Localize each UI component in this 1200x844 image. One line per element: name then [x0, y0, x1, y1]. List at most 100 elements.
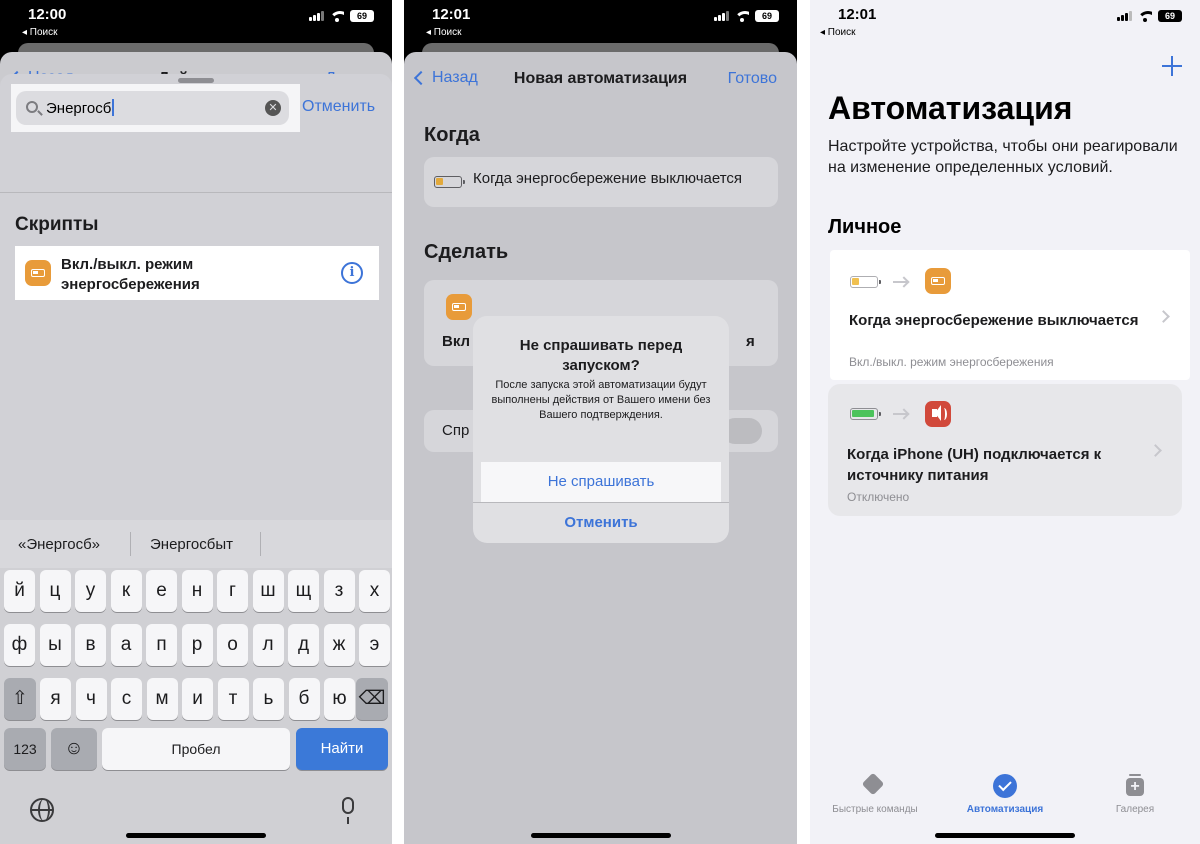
globe-icon[interactable] [30, 798, 54, 822]
key[interactable]: у [75, 570, 106, 612]
suggestion-item[interactable]: «Энергосб» [18, 536, 100, 553]
done-button[interactable]: Готово [728, 70, 777, 88]
key[interactable]: й [4, 570, 35, 612]
key[interactable]: х [359, 570, 390, 612]
back-to-app-link[interactable]: ◂ Поиск [22, 27, 58, 38]
home-indicator[interactable] [126, 833, 266, 838]
section-title-when: Когда [424, 124, 480, 146]
layers-icon [862, 774, 888, 798]
shift-key[interactable]: ⇧ [4, 678, 36, 720]
key[interactable]: я [40, 678, 71, 720]
alert-cancel-button[interactable]: Отменить [473, 503, 729, 543]
key[interactable]: н [181, 570, 213, 612]
key[interactable]: щ [288, 570, 319, 612]
battery-icon [446, 294, 472, 320]
status-bar: 12:00 ◂ Поиск 69 [0, 0, 392, 44]
section-title-scripts: Скрипты [15, 214, 99, 235]
key[interactable]: с [111, 678, 142, 720]
battery-charging-icon [850, 408, 881, 420]
key[interactable]: о [217, 624, 248, 666]
key[interactable]: р [181, 624, 213, 666]
battery-icon [25, 260, 51, 286]
key[interactable]: ж [323, 624, 355, 666]
ask-before-run-label: Спр [442, 422, 470, 439]
tab-label: Галерея [1115, 804, 1155, 815]
home-indicator[interactable] [531, 833, 671, 838]
keyboard-row-1: йцукенгшщзх [0, 570, 392, 614]
result-label: Вкл./выкл. режим энергосбережения [61, 256, 200, 293]
key[interactable]: б [288, 678, 320, 720]
keyboard-row-3: ⇧ ⌫ ячсмитьбю [0, 678, 392, 722]
text-caret [112, 99, 115, 116]
search-input[interactable]: Энергосб ✕ [16, 91, 289, 125]
page-subtitle: Настройте устройства, чтобы они реагиров… [828, 138, 1178, 176]
phone-screen-automation-list: 12:01 ◂ Поиск 69 Автоматизация Настройте… [810, 0, 1200, 844]
key[interactable]: ц [39, 570, 71, 612]
battery-icon [925, 268, 951, 294]
back-to-app-link[interactable]: ◂ Поиск [820, 27, 856, 38]
automation-card-charging[interactable]: Когда iPhone (UH) подключается к источни… [828, 384, 1182, 516]
result-low-power-toggle[interactable]: Вкл./выкл. режим энергосбережения i [15, 246, 379, 300]
key[interactable]: ф [4, 624, 35, 666]
key[interactable]: г [217, 570, 248, 612]
action-label-partial: Вкл [442, 333, 471, 350]
sheet-grabber[interactable] [178, 78, 214, 83]
section-title-do: Сделать [424, 241, 509, 263]
back-to-app-link[interactable]: ◂ Поиск [426, 27, 462, 38]
microphone-icon[interactable] [342, 797, 354, 824]
dont-ask-button[interactable]: Не спрашивать [481, 462, 721, 502]
clear-icon[interactable]: ✕ [265, 100, 281, 116]
key[interactable]: ю [324, 678, 355, 720]
key[interactable]: ш [252, 570, 284, 612]
backspace-key[interactable]: ⌫ [356, 678, 388, 720]
key[interactable]: д [288, 624, 319, 666]
tab-shortcuts[interactable]: Быстрые команды [810, 774, 940, 815]
home-indicator[interactable] [935, 833, 1075, 838]
cancel-search-button[interactable]: Отменить [302, 98, 375, 116]
phone-screen-new-automation: 12:01 ◂ Поиск 69 Назад Новая автоматизац… [404, 0, 797, 844]
key[interactable]: к [110, 570, 142, 612]
tab-gallery[interactable]: Галерея [1070, 774, 1200, 815]
info-icon[interactable]: i [341, 262, 363, 284]
key[interactable]: ч [75, 678, 107, 720]
battery-low-icon [850, 276, 881, 288]
key[interactable]: э [359, 624, 390, 666]
tab-label: Автоматизация [966, 804, 1044, 815]
space-key[interactable]: Пробел [102, 728, 290, 770]
key[interactable]: л [252, 624, 284, 666]
status-bar: 12:01 ◂ Поиск 69 [404, 0, 797, 44]
automation-card-low-power[interactable]: Когда энергосбережение выключается Вкл./… [830, 250, 1190, 380]
status-time: 12:01 [838, 6, 877, 23]
clock-icon [993, 774, 1017, 798]
key[interactable]: и [182, 678, 213, 720]
key[interactable]: м [146, 678, 178, 720]
tab-automation[interactable]: Автоматизация [940, 774, 1070, 815]
key[interactable]: ы [39, 624, 71, 666]
search-go-key[interactable]: Найти [296, 728, 388, 770]
action-label-partial-end: я [746, 333, 755, 350]
key[interactable]: т [217, 678, 249, 720]
navigation-bar: Назад Новая автоматизация Готово [404, 52, 797, 106]
key[interactable]: в [75, 624, 106, 666]
page-title: Автоматизация [828, 90, 1073, 126]
key[interactable]: е [146, 570, 177, 612]
key[interactable]: а [110, 624, 142, 666]
tab-label: Быстрые команды [832, 804, 918, 815]
battery-level: 69 [350, 10, 374, 22]
divider [0, 192, 392, 193]
confirm-alert: Не спрашивать перед запуском? После запу… [473, 316, 729, 543]
key[interactable]: п [146, 624, 177, 666]
suggestion-item[interactable]: Энергосбыт [150, 536, 233, 553]
emoji-key[interactable]: ☺ [51, 728, 97, 770]
trigger-card[interactable]: Когда энергосбережение выключается [424, 157, 778, 207]
chevron-left-icon [413, 70, 429, 86]
search-icon [26, 101, 38, 113]
key[interactable]: ь [253, 678, 284, 720]
keyboard: «Энергосб» Энергосбыт йцукенгшщзх фывапр… [0, 520, 392, 844]
keyboard-row-2: фывапролджэ [0, 624, 392, 668]
status-bar: 12:01 ◂ Поиск 69 [810, 0, 1200, 44]
alert-title: Не спрашивать перед запуском? [519, 337, 683, 374]
add-automation-button[interactable] [1162, 56, 1182, 76]
key[interactable]: з [323, 570, 355, 612]
numbers-key[interactable]: 123 [4, 728, 46, 770]
